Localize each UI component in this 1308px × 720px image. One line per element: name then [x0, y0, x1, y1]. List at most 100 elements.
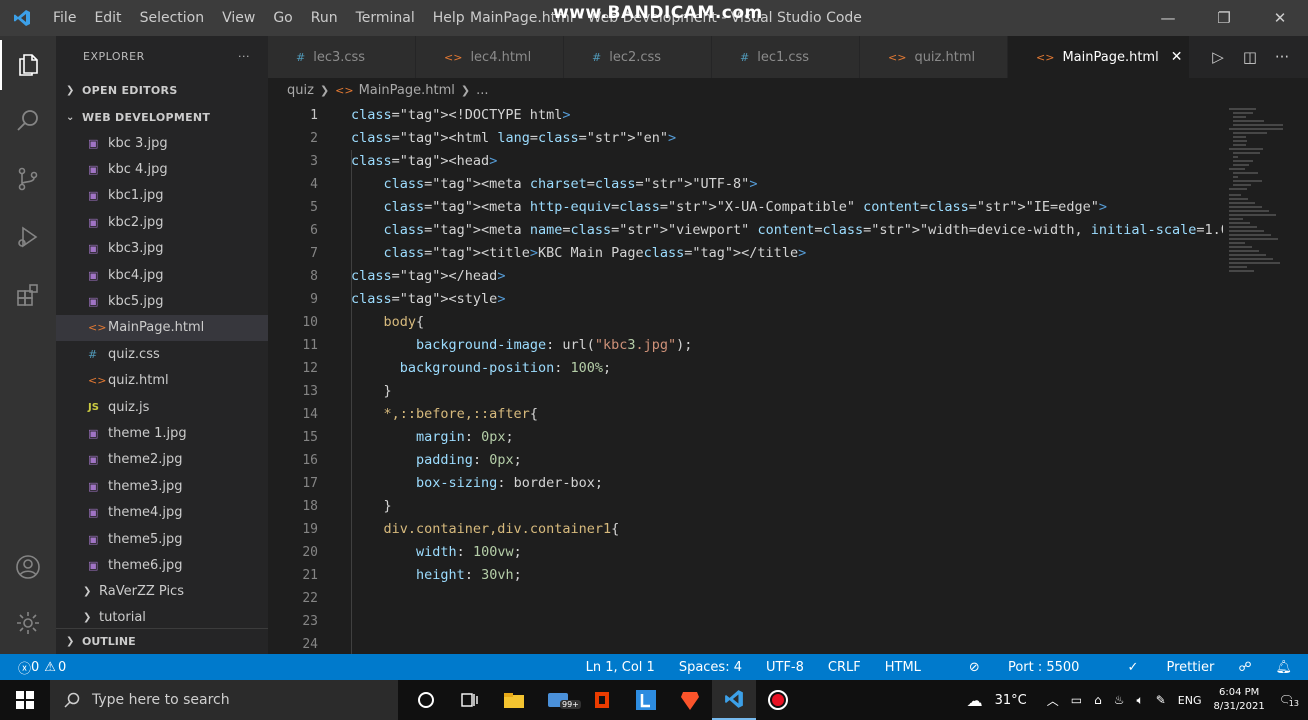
code-line[interactable]: *,::before,::after{ — [351, 403, 1223, 426]
file-item[interactable]: ▣ theme6.jpg — [56, 552, 268, 578]
breadcrumb-folder[interactable]: quiz — [287, 83, 314, 98]
file-item[interactable]: ▣ theme3.jpg — [56, 473, 268, 499]
code-line[interactable]: class="tag"><title>KBC Main Pageclass="t… — [351, 242, 1223, 265]
tab-mainpage-html[interactable]: <> MainPage.html ✕ — [1008, 36, 1190, 78]
breadcrumb-more[interactable]: ... — [476, 83, 488, 98]
windows-start-icon[interactable] — [0, 680, 50, 720]
outline-section[interactable]: ❯ OUTLINE — [56, 628, 268, 654]
code-content[interactable]: class="tag"><!DOCTYPE html> class="tag"><… — [351, 104, 1223, 654]
app-l-icon[interactable] — [624, 680, 668, 720]
code-line[interactable]: width: 100vw; — [351, 541, 1223, 564]
code-line[interactable]: box-sizing: border-box; — [351, 472, 1223, 495]
menu-run[interactable]: Run — [302, 0, 347, 36]
code-line[interactable]: class="tag"><meta charset=class="str">"U… — [351, 173, 1223, 196]
code-line[interactable]: class="tag"><!DOCTYPE html> — [351, 104, 1223, 127]
code-line[interactable]: height: 30vh; — [351, 564, 1223, 587]
file-item[interactable]: ▣ theme2.jpg — [56, 447, 268, 473]
minimize-icon[interactable]: — — [1140, 0, 1196, 36]
file-item[interactable]: ▣ kbc3.jpg — [56, 236, 268, 262]
vscode-taskbar-icon[interactable] — [712, 680, 756, 720]
file-item[interactable]: <> MainPage.html — [56, 314, 268, 342]
close-tab-icon[interactable]: ✕ — [1171, 49, 1183, 65]
weather-cloud-icon[interactable]: ☁ — [967, 691, 983, 710]
code-line[interactable]: background-image: url("kbc3.jpg"); — [351, 334, 1223, 357]
mail-icon[interactable]: 99+ — [536, 680, 581, 720]
more-actions-icon[interactable]: ··· — [1266, 48, 1298, 66]
menu-go[interactable]: Go — [264, 0, 301, 36]
restore-icon[interactable]: ❐ — [1196, 0, 1252, 36]
tab-lec1-css[interactable]: # lec1.css — [712, 36, 860, 78]
file-item[interactable]: ▣ kbc4.jpg — [56, 262, 268, 288]
code-line[interactable] — [351, 587, 1223, 610]
code-line[interactable]: class="tag"></head> — [351, 265, 1223, 288]
code-editor[interactable]: 1 2 3 4 5 6 7 8 9 10 11 12 13 14 15 16 17 18 19 20 21 22 23 24 … — [268, 102, 1223, 654]
minimap[interactable] — [1223, 102, 1308, 654]
file-item[interactable]: ▣ theme 1.jpg — [56, 420, 268, 446]
menu-selection[interactable]: Selection — [131, 0, 214, 36]
code-line[interactable]: class="tag"><meta http-equiv=class="str"… — [351, 196, 1223, 219]
defender-icon[interactable]: ♨ — [1114, 693, 1125, 707]
temperature[interactable]: 31°C — [995, 693, 1027, 708]
code-line[interactable]: } — [351, 380, 1223, 403]
split-editor-icon[interactable]: ◫ — [1234, 48, 1266, 66]
explorer-icon[interactable] — [0, 40, 56, 90]
menu-help[interactable]: Help — [424, 0, 474, 36]
office-icon[interactable] — [580, 680, 624, 720]
manage-gear-icon[interactable] — [0, 598, 56, 648]
problems-indicator[interactable]: ⓧ 0 ⚠ 0 — [0, 658, 66, 677]
pen-icon[interactable]: ✎ — [1156, 693, 1166, 707]
code-line[interactable]: div.container,div.container1{ — [351, 518, 1223, 541]
language-mode[interactable]: HTML — [885, 660, 921, 675]
tab-quiz-html[interactable]: <> quiz.html — [860, 36, 1008, 78]
run-debug-icon[interactable] — [0, 212, 56, 262]
more-actions-icon[interactable]: ··· — [238, 50, 250, 63]
menu-view[interactable]: View — [213, 0, 264, 36]
code-line[interactable]: class="tag"><style> — [351, 288, 1223, 311]
file-item[interactable]: ▣ theme5.jpg — [56, 526, 268, 552]
tab-lec3-css[interactable]: # lec3.css — [268, 36, 416, 78]
file-item[interactable]: # quiz.css — [56, 341, 268, 367]
code-line[interactable]: class="tag"><html lang=class="str">"en"> — [351, 127, 1223, 150]
notification-center-icon[interactable]: 🗨︎ 13 — [1279, 693, 1300, 708]
volume-icon[interactable]: 🔈︎ — [1137, 693, 1144, 708]
code-line[interactable]: } — [351, 495, 1223, 518]
file-explorer-icon[interactable] — [492, 680, 536, 720]
encoding[interactable]: UTF-8 — [766, 660, 804, 675]
task-view-icon[interactable] — [448, 680, 492, 720]
brave-browser-icon[interactable] — [668, 680, 712, 720]
close-window-icon[interactable]: ✕ — [1252, 0, 1308, 36]
code-line[interactable]: class="tag"><meta name=class="str">"view… — [351, 219, 1223, 242]
indentation[interactable]: Spaces: 4 — [679, 660, 742, 675]
end-of-line[interactable]: CRLF — [828, 660, 861, 675]
folder-raverzz-pics[interactable]: ❯ RaVerZZ Pics — [56, 579, 268, 605]
battery-icon[interactable]: ▭ — [1071, 693, 1082, 707]
cortana-icon[interactable] — [404, 680, 448, 720]
prettier-status[interactable]: ✓ Prettier — [1103, 660, 1214, 675]
code-line[interactable]: body{ — [351, 311, 1223, 334]
run-icon[interactable]: ▷ — [1202, 48, 1234, 66]
folder-tutorial[interactable]: ❯ tutorial — [56, 605, 268, 631]
menu-edit[interactable]: Edit — [85, 0, 130, 36]
taskbar-search-box[interactable]: Type here to search — [50, 680, 398, 720]
workspace-section[interactable]: ⌄ WEB DEVELOPMENT — [56, 104, 268, 130]
menu-file[interactable]: File — [44, 0, 85, 36]
network-icon[interactable]: ⌂ — [1094, 693, 1102, 707]
code-line[interactable]: padding: 0px; — [351, 449, 1223, 472]
source-control-icon[interactable] — [0, 154, 56, 204]
input-language[interactable]: ENG — [1178, 694, 1202, 707]
breadcrumb-file[interactable]: MainPage.html — [359, 83, 455, 98]
tab-lec4-html[interactable]: <> lec4.html — [416, 36, 564, 78]
file-item[interactable]: ▣ kbc5.jpg — [56, 288, 268, 314]
cursor-position[interactable]: Ln 1, Col 1 — [586, 660, 655, 675]
open-editors-section[interactable]: ❯ OPEN EDITORS — [56, 76, 268, 104]
live-server-port[interactable]: ⊘ Port : 5500 — [945, 660, 1080, 675]
bandicam-record-icon[interactable] — [756, 680, 800, 720]
menu-terminal[interactable]: Terminal — [347, 0, 424, 36]
file-item[interactable]: JS quiz.js — [56, 394, 268, 420]
file-item[interactable]: ▣ theme4.jpg — [56, 499, 268, 525]
feedback-icon[interactable]: ☍ — [1238, 660, 1251, 675]
file-item[interactable]: ▣ kbc2.jpg — [56, 209, 268, 235]
chevron-up-icon[interactable]: ︿ — [1047, 692, 1059, 709]
file-item[interactable]: <> quiz.html — [56, 368, 268, 394]
file-item[interactable]: ▣ kbc 3.jpg — [56, 130, 268, 156]
